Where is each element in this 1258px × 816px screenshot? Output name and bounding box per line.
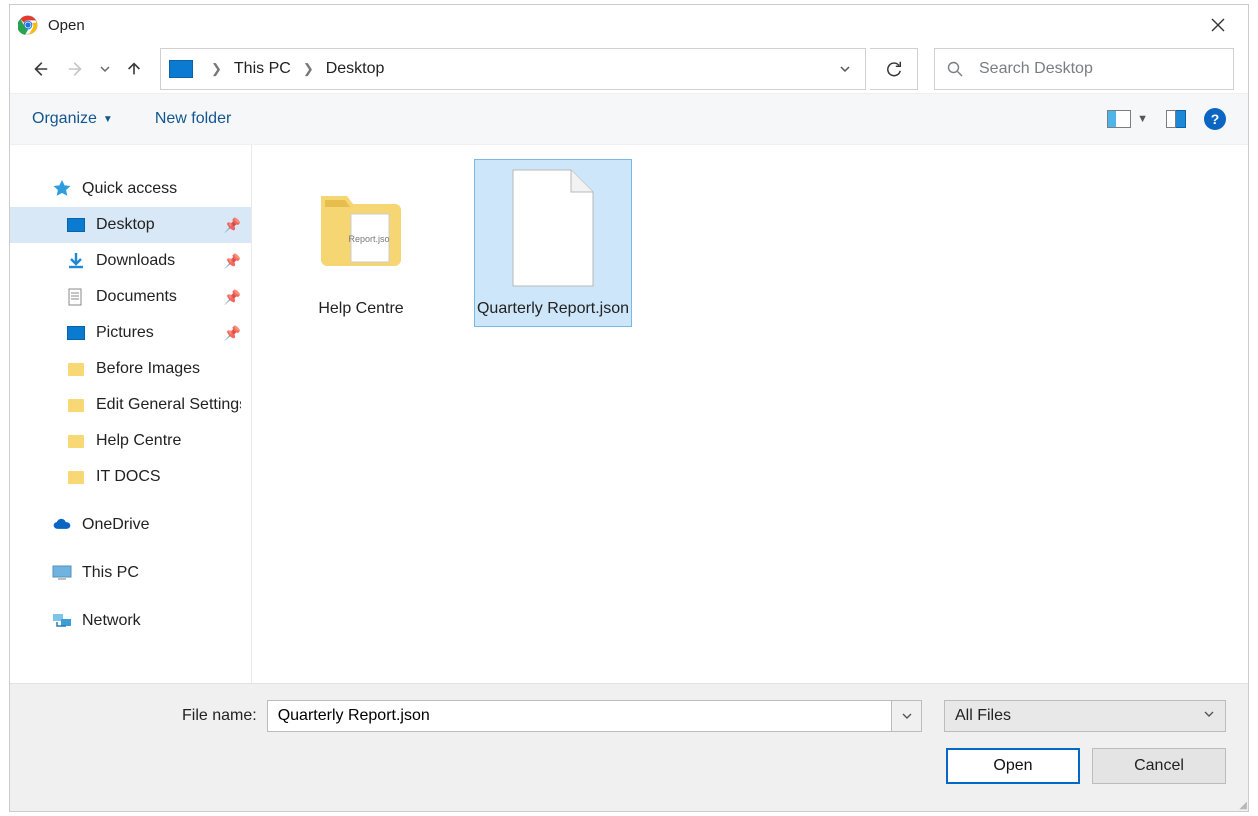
address-bar[interactable]: ❯ This PC ❯ Desktop: [160, 48, 866, 90]
nav-forward-button[interactable]: [60, 53, 92, 85]
nav-tree: Quick access Desktop 📌 Downloads 📌 Docum…: [10, 145, 252, 683]
preview-pane-button[interactable]: [1166, 110, 1186, 128]
chevron-right-icon[interactable]: ❯: [203, 61, 230, 77]
breadcrumb-this-pc[interactable]: This PC: [230, 54, 295, 84]
search-box[interactable]: [934, 48, 1234, 90]
file-type-filter-label: All Files: [955, 707, 1011, 725]
chevron-down-icon: [1203, 707, 1215, 725]
this-pc-icon: [52, 563, 72, 583]
sidebar-network[interactable]: Network: [10, 603, 251, 639]
sidebar-quick-access[interactable]: Quick access: [10, 171, 251, 207]
file-list[interactable]: Report.jso Help Centre Quarterly Report.…: [252, 145, 1248, 683]
view-mode-button[interactable]: ▼: [1107, 110, 1148, 128]
folder-icon: [66, 431, 86, 451]
file-open-dialog: Open ❯ This PC ❯ Desktop Organize: [9, 4, 1249, 812]
sidebar-item-documents[interactable]: Documents 📌: [10, 279, 251, 315]
file-item-quarterly-report[interactable]: Quarterly Report.json: [474, 159, 632, 327]
organize-label: Organize: [32, 110, 97, 128]
folder-item-help-centre[interactable]: Report.jso Help Centre: [282, 159, 440, 327]
onedrive-icon: [52, 515, 72, 535]
open-button[interactable]: Open: [946, 748, 1080, 784]
download-icon: [66, 251, 86, 271]
network-icon: [52, 611, 72, 631]
folder-icon: [66, 395, 86, 415]
sidebar-item-edit-general-settings[interactable]: Edit General Settings: [10, 387, 251, 423]
dialog-footer: File name: All Files Open Cancel ◢: [10, 683, 1248, 811]
pin-icon: 📌: [224, 325, 241, 342]
folder-label: Help Centre: [318, 298, 403, 320]
new-folder-button[interactable]: New folder: [155, 110, 231, 128]
cancel-button[interactable]: Cancel: [1092, 748, 1226, 784]
search-icon: [947, 61, 963, 77]
sidebar-item-desktop[interactable]: Desktop 📌: [10, 207, 251, 243]
dialog-title: Open: [48, 17, 85, 34]
help-button[interactable]: ?: [1204, 108, 1226, 130]
sidebar-item-it-docs[interactable]: IT DOCS: [10, 459, 251, 495]
svg-text:Report.jso: Report.jso: [348, 234, 389, 244]
folder-icon: Report.jso: [311, 168, 411, 288]
titlebar: Open: [10, 5, 1248, 45]
sidebar-item-help-centre[interactable]: Help Centre: [10, 423, 251, 459]
chevron-down-icon: ▼: [1137, 113, 1148, 125]
breadcrumb-desktop[interactable]: Desktop: [322, 54, 389, 84]
dialog-body: Quick access Desktop 📌 Downloads 📌 Docum…: [10, 145, 1248, 683]
sidebar-item-before-images[interactable]: Before Images: [10, 351, 251, 387]
toolbar: Organize ▼ New folder ▼ ?: [10, 93, 1248, 145]
address-dropdown-button[interactable]: [825, 63, 865, 75]
nav-back-button[interactable]: [24, 53, 56, 85]
sidebar-this-pc[interactable]: This PC: [10, 555, 251, 591]
search-input[interactable]: [977, 59, 1221, 79]
chevron-down-icon: ▼: [103, 114, 113, 125]
pictures-icon: [66, 323, 86, 343]
file-icon: [503, 168, 603, 288]
filename-dropdown-button[interactable]: [892, 700, 922, 732]
folder-icon: [66, 467, 86, 487]
this-pc-icon: [169, 60, 193, 78]
documents-icon: [66, 287, 86, 307]
filename-input[interactable]: [267, 700, 892, 732]
resize-grip[interactable]: ◢: [1239, 803, 1246, 809]
view-mode-icon: [1107, 110, 1131, 128]
pin-icon: 📌: [224, 253, 241, 270]
organize-button[interactable]: Organize ▼: [32, 110, 113, 128]
desktop-icon: [66, 215, 86, 235]
chrome-icon: [18, 15, 38, 35]
folder-icon: [66, 359, 86, 379]
pin-icon: 📌: [224, 217, 241, 234]
nav-up-button[interactable]: [118, 53, 150, 85]
filename-label: File name:: [182, 707, 257, 725]
file-type-filter[interactable]: All Files: [944, 700, 1226, 732]
close-button[interactable]: [1196, 9, 1240, 41]
refresh-button[interactable]: [870, 48, 918, 90]
nav-recent-locations-button[interactable]: [96, 53, 114, 85]
file-label: Quarterly Report.json: [477, 298, 629, 320]
navigation-row: ❯ This PC ❯ Desktop: [10, 45, 1248, 93]
pin-icon: 📌: [224, 289, 241, 306]
sidebar-item-pictures[interactable]: Pictures 📌: [10, 315, 251, 351]
chevron-right-icon[interactable]: ❯: [295, 61, 322, 77]
sidebar-onedrive[interactable]: OneDrive: [10, 507, 251, 543]
star-icon: [52, 179, 72, 199]
sidebar-item-downloads[interactable]: Downloads 📌: [10, 243, 251, 279]
